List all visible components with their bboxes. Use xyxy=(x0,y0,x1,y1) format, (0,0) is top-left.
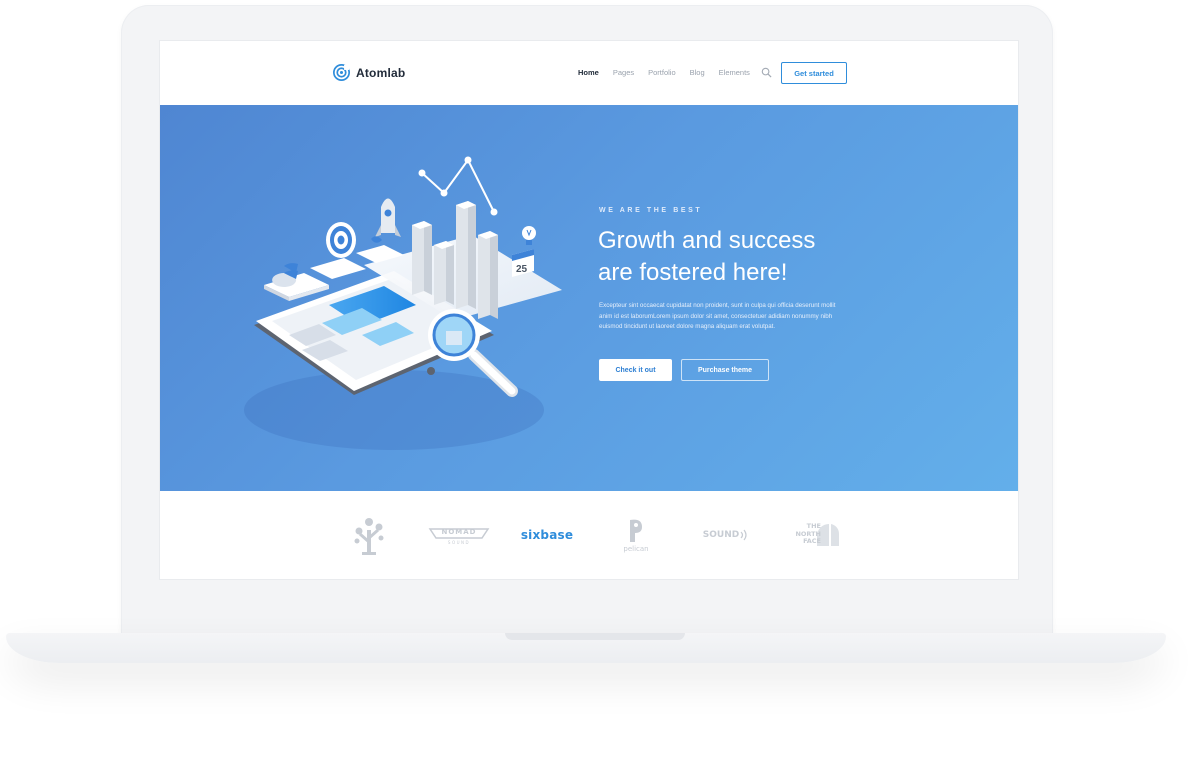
hero-eyebrow: WE ARE THE BEST xyxy=(599,207,703,214)
nomad-logo-text: NOMAD xyxy=(441,527,477,536)
calendar-day: 25 xyxy=(516,264,528,275)
rocket-graphic xyxy=(371,198,401,243)
site-header: Atomlab Home Pages Portfolio Blog Elemen… xyxy=(160,41,1018,105)
nav-item-elements[interactable]: Elements xyxy=(719,68,750,77)
partner-logo-nomad[interactable]: NOMAD SOUND xyxy=(426,511,492,559)
brand-name: Atomlab xyxy=(356,65,406,80)
nav-item-portfolio[interactable]: Portfolio xyxy=(648,68,676,77)
hero-description: Excepteur sint occaecat cupidatat non pr… xyxy=(599,302,836,331)
brand-logo[interactable]: Atomlab xyxy=(333,64,405,81)
sixbase-logo-text: sixbase xyxy=(520,528,574,542)
sound-logo-text: SOUND xyxy=(702,530,740,540)
target-circle-icon xyxy=(333,64,350,81)
sound-waves-icon xyxy=(740,529,747,541)
partner-logo-northface[interactable]: THE NORTH FACE xyxy=(788,511,842,559)
pelican-logo-text: pelican xyxy=(623,544,649,553)
hero-headline: Growth and success are fostered here! xyxy=(598,225,898,289)
main-nav: Home Pages Portfolio Blog Elements xyxy=(578,68,750,77)
hero-headline-line-2: are fostered here! xyxy=(598,259,788,286)
partner-logo-pelican[interactable]: pelican xyxy=(616,511,656,559)
get-started-button[interactable]: Get started xyxy=(781,62,847,84)
search-icon[interactable] xyxy=(761,67,772,78)
tree-icon xyxy=(354,518,384,555)
laptop-notch xyxy=(505,633,685,640)
target-graphic xyxy=(326,222,356,258)
lightbulb-graphic xyxy=(522,226,536,245)
northface-line-3: FACE xyxy=(803,537,821,545)
partner-logos: NOMAD SOUND sixbase pelican SOUND THE NO… xyxy=(160,491,1018,579)
nav-item-pages[interactable]: Pages xyxy=(613,68,634,77)
hero-section: 25 WE ARE THE BEST Growth and success ar… xyxy=(160,105,1018,491)
nav-item-blog[interactable]: Blog xyxy=(690,68,705,77)
purchase-theme-button[interactable]: Purchase theme xyxy=(681,359,769,381)
check-it-out-button[interactable]: Check it out xyxy=(599,359,672,381)
partner-logo-sound[interactable]: SOUND xyxy=(701,511,751,559)
partner-logo-sixbase[interactable]: sixbase xyxy=(516,511,578,559)
nav-item-home[interactable]: Home xyxy=(578,68,599,77)
laptop-screen: Atomlab Home Pages Portfolio Blog Elemen… xyxy=(160,41,1018,579)
analytics-illustration: 25 xyxy=(244,156,562,450)
pelican-icon xyxy=(630,519,642,542)
partner-logo-tree[interactable] xyxy=(348,511,390,559)
hero-headline-line-1: Growth and success xyxy=(598,227,816,254)
